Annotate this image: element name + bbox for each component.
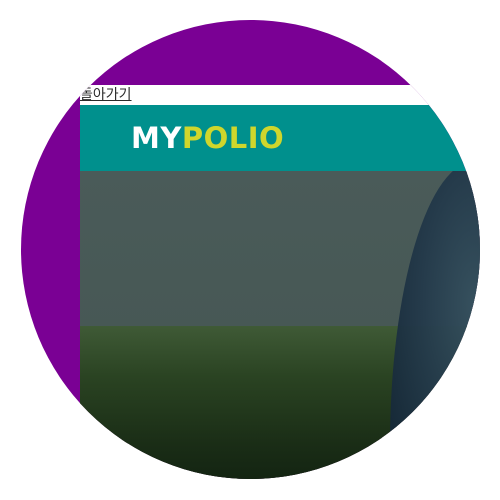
logo-text-my: MY	[131, 121, 182, 155]
back-link[interactable]: 돌아가기	[80, 86, 132, 104]
screenshot-canvas: 돌아가기 MYPOLIO	[0, 0, 500, 500]
logo-text-polio: POLIO	[181, 121, 285, 155]
site-logo[interactable]: MYPOLIO	[131, 121, 284, 155]
page-content: 돌아가기 MYPOLIO	[80, 85, 480, 479]
hero-image	[80, 171, 480, 479]
back-bar: 돌아가기	[80, 85, 480, 105]
circular-frame: 돌아가기 MYPOLIO	[21, 20, 480, 479]
site-header: MYPOLIO	[80, 105, 480, 171]
